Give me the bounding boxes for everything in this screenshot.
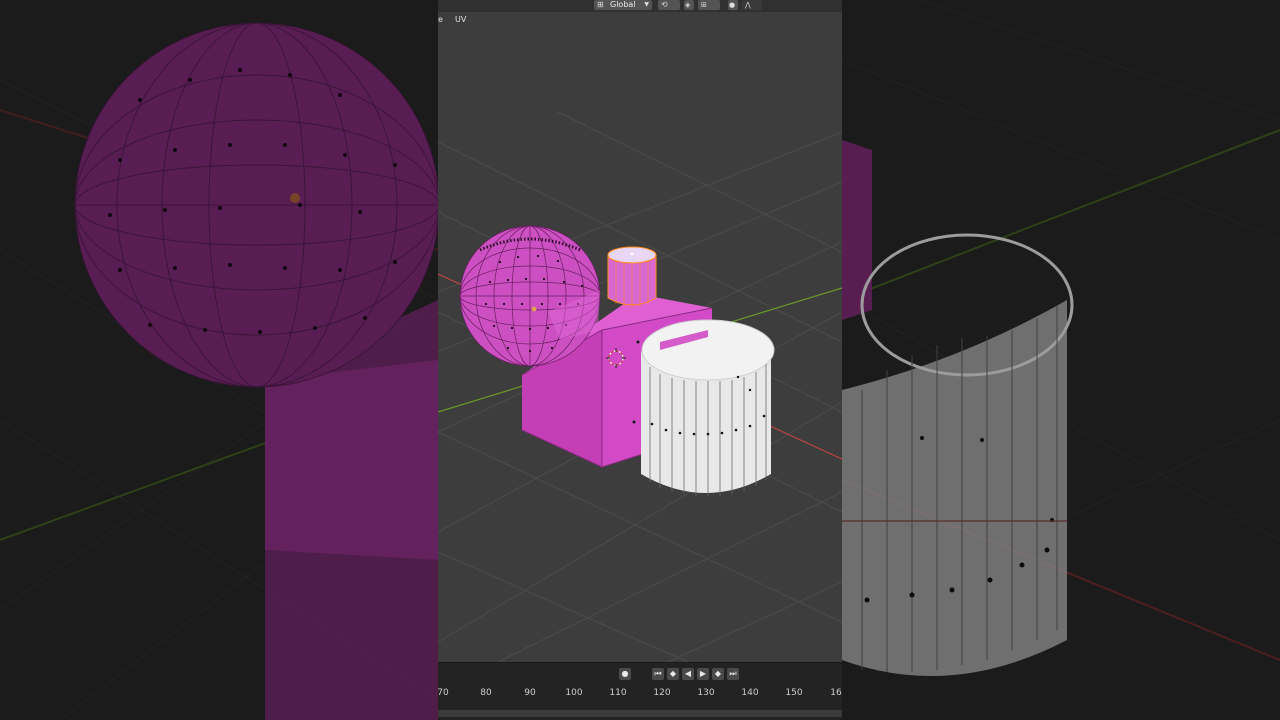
ruler-label: 90 [524, 688, 536, 698]
viewport-header: ⊞ Global ▼ ⟲ ◈ ⊞ ● ⋀ [438, 0, 842, 12]
prev-keyframe-button[interactable]: ◆ [667, 668, 679, 680]
left-zoomed-background [0, 0, 438, 720]
blender-window: ⊞ Global ▼ ⟲ ◈ ⊞ ● ⋀ e UV ● ⏮ ◆ ◀ ▶ ◆ ⏭ … [438, 0, 842, 720]
snap-icon: ◈ [685, 1, 691, 9]
ruler-label: 130 [697, 688, 715, 698]
play-reverse-button[interactable]: ◀ [682, 668, 694, 680]
play-icon: ▶ [699, 669, 707, 678]
ruler-label: 100 [565, 688, 583, 698]
snap-target-icon: ⊞ [701, 1, 707, 9]
proportional-editing-icon: ● [729, 1, 736, 9]
falloff-dropdown[interactable]: ⋀ [742, 0, 762, 10]
pivot-icon: ⟲ [661, 0, 668, 9]
viewport-scene [438, 12, 842, 663]
auto-keying-button[interactable]: ● [619, 668, 631, 680]
ruler-label: 16 [830, 688, 842, 698]
record-icon: ● [621, 669, 629, 678]
cylinder-mesh[interactable] [641, 319, 775, 496]
snap-target-dropdown[interactable]: ⊞ [698, 0, 720, 10]
ruler-label: 140 [741, 688, 759, 698]
right-zoomed-background [842, 0, 1280, 720]
jump-end-button[interactable]: ⏭ [727, 668, 739, 680]
timeline-scrollbar[interactable] [438, 710, 842, 717]
uv-sphere-mesh[interactable] [459, 225, 601, 367]
right-background-art [842, 0, 1280, 720]
menu-fragment[interactable]: e [438, 15, 443, 24]
jump-start-icon: ⏮ [654, 669, 662, 678]
small-cylinder-mesh[interactable] [607, 246, 657, 308]
ruler-label: 110 [609, 688, 627, 698]
global-orientation-icon: ⊞ [597, 0, 604, 9]
play-button[interactable]: ▶ [697, 668, 709, 680]
jump-start-button[interactable]: ⏮ [652, 668, 664, 680]
3d-viewport[interactable] [438, 12, 842, 663]
orientation-label: Global [610, 0, 636, 9]
left-background-art [0, 0, 438, 720]
orientation-dropdown[interactable]: ⊞ Global ▼ [594, 0, 652, 10]
pivot-dropdown[interactable]: ⟲ [658, 0, 680, 10]
ruler-label: 120 [653, 688, 671, 698]
chevron-down-icon: ▼ [644, 1, 649, 8]
ruler-label: 70 [438, 688, 449, 698]
blender-screen: ⊞ Global ▼ ⟲ ◈ ⊞ ● ⋀ e UV ● ⏮ ◆ ◀ ▶ ◆ ⏭ … [0, 0, 1280, 720]
ruler-label: 150 [785, 688, 803, 698]
prev-keyframe-icon: ◆ [669, 669, 677, 678]
uv-menu[interactable]: UV [455, 15, 466, 24]
ruler-label: 80 [480, 688, 492, 698]
proportional-toggle[interactable]: ● [728, 0, 738, 10]
next-keyframe-icon: ◆ [714, 669, 722, 678]
play-reverse-icon: ◀ [684, 669, 692, 678]
snap-toggle[interactable]: ◈ [684, 0, 694, 10]
next-keyframe-button[interactable]: ◆ [712, 668, 724, 680]
falloff-icon: ⋀ [745, 1, 751, 9]
jump-end-icon: ⏭ [729, 669, 737, 678]
